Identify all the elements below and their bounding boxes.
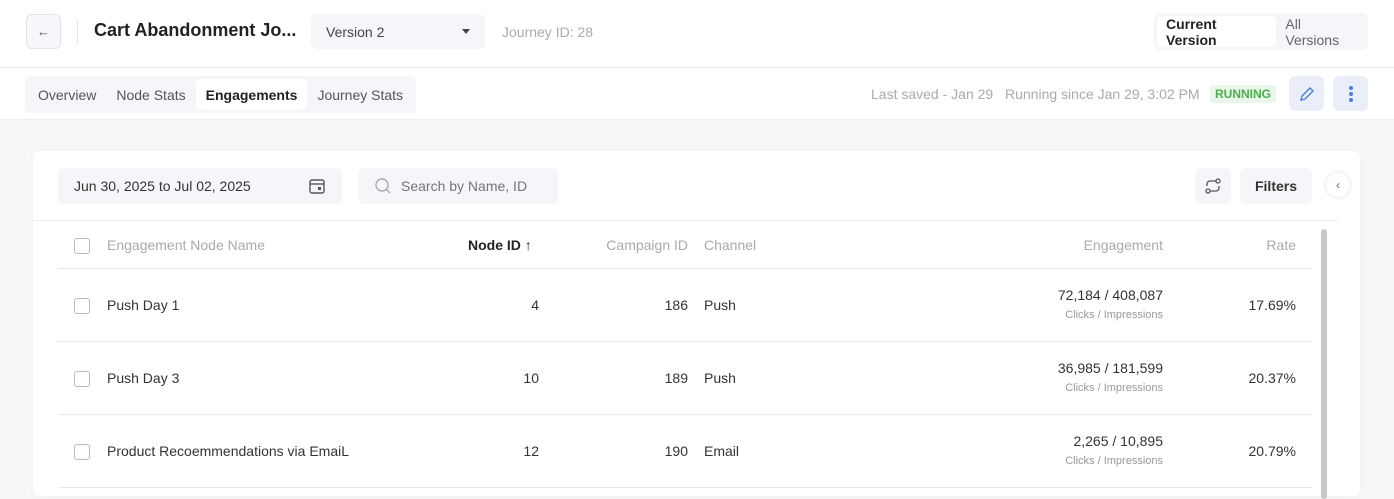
arrow-left-icon: ← (37, 24, 50, 39)
calendar-icon (309, 179, 325, 194)
header: ← Cart Abandonment Jo... Version 2 Journ… (0, 0, 1394, 68)
pencil-icon (1299, 86, 1314, 101)
channel: Push (704, 297, 736, 313)
row-checkbox[interactable] (74, 371, 90, 387)
last-saved: Last saved - Jan 29 (871, 86, 994, 102)
all-versions-tab[interactable]: All Versions (1276, 16, 1365, 48)
tab-node-stats[interactable]: Node Stats (106, 79, 195, 110)
channel: Push (704, 370, 736, 386)
version-label: Version 2 (326, 23, 385, 40)
engagement: 2,265 / 10,895 Clicks / Impressions (1065, 433, 1163, 467)
search-box (358, 168, 558, 204)
swap-icon (1205, 178, 1221, 194)
date-range-picker[interactable]: Jun 30, 2025 to Jul 02, 2025 (58, 168, 342, 204)
rate: 20.37% (1248, 370, 1296, 386)
journey-id: Journey ID: 28 (502, 24, 594, 40)
page-title: Cart Abandonment Jo... (94, 20, 297, 40)
tab-overview[interactable]: Overview (28, 79, 106, 110)
running-since: Running since Jan 29, 3:02 PM (1005, 86, 1200, 102)
col-channel[interactable]: Channel (704, 237, 756, 253)
node-name: Product Recoemmendations via EmaiL (107, 443, 350, 459)
current-version-tab[interactable]: Current Version (1157, 16, 1277, 48)
engagement: 36,985 / 181,599 Clicks / Impressions (1057, 360, 1163, 394)
more-button[interactable] (1333, 76, 1368, 111)
col-node-id[interactable]: Node ID ↑ (468, 237, 532, 253)
col-rate[interactable]: Rate (1198, 237, 1296, 253)
filters-button[interactable]: Filters (1240, 168, 1312, 204)
tab-engagements[interactable]: Engagements (195, 79, 308, 110)
sort-arrow-icon: ↑ (524, 237, 532, 253)
campaign-id: 189 (664, 370, 688, 386)
campaign-id: 186 (664, 297, 688, 313)
engagement: 72,184 / 408,087 Clicks / Impressions (1057, 287, 1163, 321)
engagements-card: Jun 30, 2025 to Jul 02, 2025 Filters ‹ E… (33, 151, 1360, 499)
table-header: Engagement Node Name Node ID ↑ Campaign … (58, 221, 1312, 269)
caret-down-icon (462, 29, 470, 34)
channel: Email (704, 443, 740, 459)
col-engagement[interactable]: Engagement (958, 237, 1163, 253)
select-all-checkbox[interactable] (74, 238, 90, 254)
col-campaign-id[interactable]: Campaign ID (578, 237, 688, 253)
back-button[interactable]: ← (26, 14, 61, 49)
node-id: 10 (523, 370, 539, 386)
divider (77, 20, 78, 44)
rate: 17.69% (1248, 297, 1296, 313)
tab-journey-stats[interactable]: Journey Stats (307, 79, 413, 110)
chevron-left-icon: ‹ (1336, 178, 1340, 192)
version-toggle: Current Version All Versions (1154, 13, 1368, 50)
tab-bar: Overview Node Stats Engagements Journey … (25, 76, 417, 113)
search-icon (375, 178, 391, 194)
subheader: Overview Node Stats Engagements Journey … (0, 68, 1394, 120)
scrollbar[interactable] (1321, 229, 1327, 499)
edit-button[interactable] (1289, 76, 1324, 111)
node-id: 4 (531, 297, 539, 313)
search-input[interactable] (401, 178, 551, 194)
version-dropdown[interactable]: Version 2 (311, 14, 485, 49)
collapse-button[interactable]: ‹ (1326, 173, 1350, 197)
row-checkbox[interactable] (74, 444, 90, 460)
table-row[interactable]: Product Recoemmendations via EmaiL 12 19… (58, 415, 1312, 488)
status-badge: RUNNING (1210, 85, 1276, 103)
table-row[interactable]: Push Day 1 4 186 Push 72,184 / 408,087 Cl… (58, 269, 1312, 342)
node-name: Push Day 3 (107, 370, 180, 386)
rate: 20.79% (1248, 443, 1296, 459)
swap-button[interactable] (1195, 168, 1231, 204)
table-row[interactable]: Push Day 3 10 189 Push 36,985 / 181,599 C… (58, 342, 1312, 415)
more-vertical-icon (1348, 85, 1353, 102)
row-checkbox[interactable] (74, 298, 90, 314)
node-id: 12 (523, 443, 539, 459)
date-range-label: Jun 30, 2025 to Jul 02, 2025 (74, 178, 251, 194)
node-name: Push Day 1 (107, 297, 180, 313)
campaign-id: 190 (664, 443, 688, 459)
col-name[interactable]: Engagement Node Name (107, 237, 265, 253)
